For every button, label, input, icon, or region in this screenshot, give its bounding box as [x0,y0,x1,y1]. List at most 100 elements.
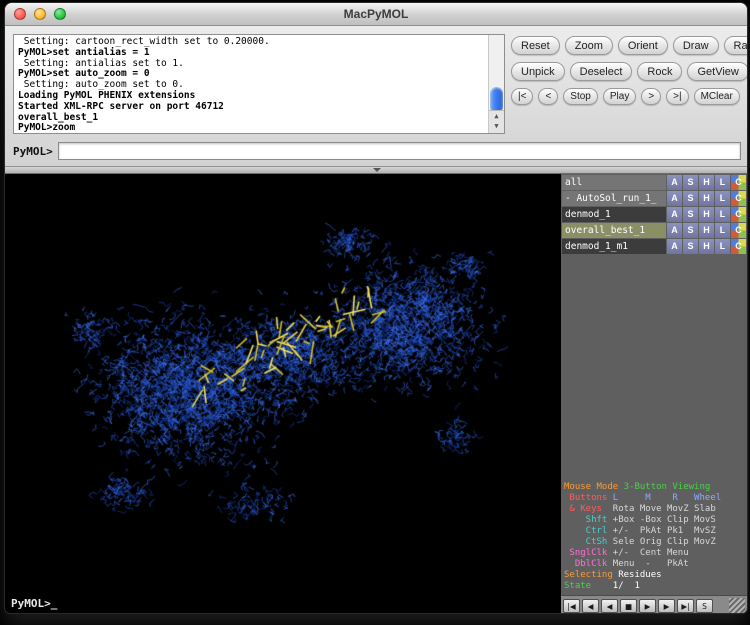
object-autosol-run-1-s-button[interactable]: S [683,191,698,206]
viewport-canvas[interactable] [5,174,561,614]
viewport[interactable]: PyMOL>_ [5,174,561,614]
mouse-panel-line: Ctrl +/- PkAt Pk1 MvSZ [564,526,744,537]
object-denmod-1-m1-h-button[interactable]: H [699,239,714,254]
vcr-scene-button[interactable]: S [696,599,713,613]
toolbar-first-button[interactable]: |< [511,88,533,105]
console-scrollbar[interactable]: ▲▼ [488,35,504,133]
mouse-panel-text: +/- PkAt Pk1 MvSZ [613,526,716,536]
console-line: Started XML-RPC server on port 46712 [18,102,500,113]
pane-splitter[interactable] [5,167,747,174]
mouse-panel-text: SnglClk [564,548,613,558]
toolbar-stop-button[interactable]: Stop [563,88,598,105]
object-autosol-run-1-h-button[interactable]: H [699,191,714,206]
object-autosol-run-1-a-button[interactable]: A [667,191,682,206]
object-all-l-button[interactable]: L [715,175,730,190]
mouse-panel-text: Residues [618,570,661,580]
object-name-denmod-1[interactable]: denmod_1 [562,207,666,222]
mouse-panel-line: & Keys Rota Move MovZ Slab [564,504,744,515]
close-button[interactable] [14,8,26,20]
object-denmod-1-s-button[interactable]: S [683,207,698,222]
vcr-fast-forward-button[interactable]: ▶| [677,599,694,613]
object-autosol-run-1-c-button[interactable]: C [731,191,746,206]
vcr-stop-button[interactable]: ■ [620,599,637,613]
toolbar-row-2: UnpickDeselectRockGetView [511,62,742,81]
screen: MacPyMOL Setting: cartoon_rect_width set… [0,0,750,625]
console-log-box[interactable]: Setting: cartoon_rect_width set to 0.200… [13,34,505,134]
minimize-button[interactable] [34,8,46,20]
command-input[interactable] [58,142,741,160]
mouse-panel-line: Shft +Box -Box Clip MovS [564,515,744,526]
object-all-h-button[interactable]: H [699,175,714,190]
object-all-c-button[interactable]: C [731,175,746,190]
mouse-mode-panel: Mouse Mode 3-Button Viewing Buttons L M … [561,480,747,595]
mouse-panel-line: SnglClk +/- Cent Menu [564,548,744,559]
vcr-play-button[interactable]: ▶ [639,599,656,613]
vcr-rewind-button[interactable]: |◀ [563,599,580,613]
console-scrollbar-arrows[interactable]: ▲▼ [489,110,504,133]
object-overall-best-1-a-button[interactable]: A [667,223,682,238]
main-area: PyMOL>_ allASHLC- AutoSol_run_1_ASHLCden… [5,174,747,614]
toolbar-deselect-button[interactable]: Deselect [570,62,633,81]
object-denmod-1-m1-s-button[interactable]: S [683,239,698,254]
toolbar-last-button[interactable]: >| [666,88,688,105]
toolbar-rock-button[interactable]: Rock [637,62,682,81]
toolbar-reset-button[interactable]: Reset [511,36,560,55]
object-denmod-1-a-button[interactable]: A [667,207,682,222]
vcr-forward-button[interactable]: ▶ [658,599,675,613]
object-autosol-run-1-l-button[interactable]: L [715,191,730,206]
mouse-panel-text: +Box -Box Clip MovS [613,515,716,525]
object-list: allASHLC- AutoSol_run_1_ASHLCdenmod_1ASH… [561,174,747,255]
object-denmod-1-m1-l-button[interactable]: L [715,239,730,254]
window-controls [14,8,66,20]
object-name-denmod-1-m1[interactable]: denmod_1_m1 [562,239,666,254]
toolbar-unpick-button[interactable]: Unpick [511,62,565,81]
mouse-panel-line: Buttons L M R Wheel [564,493,744,504]
object-name-overall-best-1[interactable]: overall_best_1 [562,223,666,238]
object-denmod-1-m1-a-button[interactable]: A [667,239,682,254]
mouse-panel-text: 1/ 1 [597,581,640,591]
toolbar-mclear-button[interactable]: MClear [694,88,740,105]
window-resize-grip[interactable] [729,598,745,613]
object-overall-best-1-h-button[interactable]: H [699,223,714,238]
console-log: Setting: cartoon_rect_width set to 0.200… [14,35,504,134]
mouse-panel-text: 3-Button Viewing [624,482,711,492]
object-overall-best-1-c-button[interactable]: C [731,223,746,238]
viewport-prompt: PyMOL>_ [11,597,57,610]
object-overall-best-1-s-button[interactable]: S [683,223,698,238]
zoom-window-button[interactable] [54,8,66,20]
mouse-panel-line: DblClk Menu - PkAt [564,559,744,570]
toolbar-row-3: |< < Stop Play > >| MClear [511,88,742,105]
object-denmod-1-l-button[interactable]: L [715,207,730,222]
object-denmod-1-m1-c-button[interactable]: C [731,239,746,254]
command-row: PyMOL> [13,141,741,161]
mouse-panel-text: Sele Orig Clip MovZ [613,537,716,547]
object-denmod-1-h-button[interactable]: H [699,207,714,222]
mouse-panel-text: L M R Wheel [613,493,721,503]
toolbar-ray-button[interactable]: Ray [724,36,748,55]
mouse-panel-text: Shft [564,515,613,525]
toolbar-zoom-button[interactable]: Zoom [565,36,613,55]
mouse-panel-line: Selecting Residues [564,570,744,581]
toolbar-orient-button[interactable]: Orient [618,36,668,55]
upper-pane: Setting: cartoon_rect_width set to 0.200… [5,26,747,167]
mouse-panel-text: Menu - PkAt [613,559,689,569]
object-all-s-button[interactable]: S [683,175,698,190]
toolbar-prev-button[interactable]: < [538,88,558,105]
title-bar[interactable]: MacPyMOL [5,3,747,26]
macpymol-window: MacPyMOL Setting: cartoon_rect_width set… [4,2,748,614]
toolbar-play-button[interactable]: Play [603,88,636,105]
vcr-back-button[interactable]: ◀ [582,599,599,613]
toolbar-next-button[interactable]: > [641,88,661,105]
object-denmod-1-c-button[interactable]: C [731,207,746,222]
object-all-a-button[interactable]: A [667,175,682,190]
mouse-panel-line: State 1/ 1 [564,581,744,592]
mouse-panel-line: CtSh Sele Orig Clip MovZ [564,537,744,548]
toolbar-draw-button[interactable]: Draw [673,36,719,55]
object-row-autosol-run-1: - AutoSol_run_1_ASHLC [562,191,746,206]
object-name-all[interactable]: all [562,175,666,190]
vcr-reverse-play-button[interactable]: ◀ [601,599,618,613]
object-overall-best-1-l-button[interactable]: L [715,223,730,238]
toolbar-getview-button[interactable]: GetView [687,62,748,81]
console-line: overall_best_1 [18,113,500,124]
object-name-autosol-run-1[interactable]: - AutoSol_run_1_ [562,191,666,206]
